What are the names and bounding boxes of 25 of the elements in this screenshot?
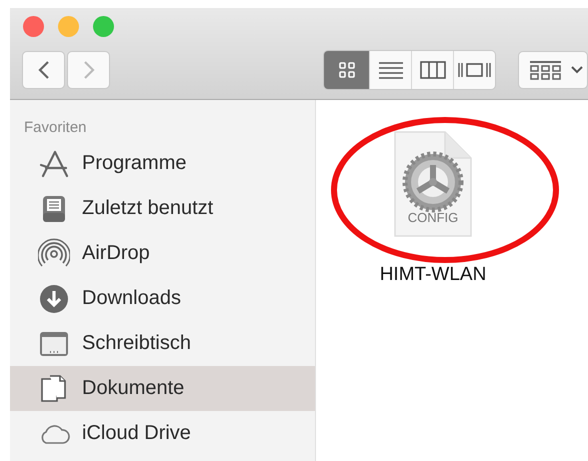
sidebar-section-title: Favoriten (24, 119, 88, 137)
sidebar-item[interactable]: iCloud Drive (10, 411, 315, 456)
view-mode-tab[interactable] (369, 51, 412, 89)
back-button[interactable] (22, 51, 65, 89)
sidebar-item[interactable]: Downloads (10, 276, 315, 321)
file-name[interactable]: HIMT-WLAN (380, 264, 486, 286)
sidebar-item[interactable]: Schreibtisch (10, 321, 315, 366)
list-icon (378, 60, 404, 80)
coverflow-icon (458, 60, 492, 80)
download-icon (38, 282, 70, 314)
forward-icon (82, 61, 94, 79)
file-type-label: CONFIG (408, 210, 458, 225)
back-icon (38, 61, 50, 79)
arrange-icon (529, 60, 562, 80)
chevron-down-icon (570, 65, 584, 75)
sidebar-item[interactable]: Zuletzt benutzt (10, 186, 315, 231)
arrange-button[interactable] (518, 51, 588, 89)
view-mode-tab[interactable] (411, 51, 454, 89)
sidebar-item[interactable]: Programme (10, 141, 315, 186)
columns-icon (420, 60, 446, 80)
grid-icon (336, 60, 357, 80)
view-mode-tab[interactable] (324, 51, 370, 89)
view-mode-tab[interactable] (453, 51, 495, 89)
sidebar-item[interactable]: Dokumente (10, 366, 315, 411)
sidebar-item[interactable]: AirDrop (10, 231, 315, 276)
